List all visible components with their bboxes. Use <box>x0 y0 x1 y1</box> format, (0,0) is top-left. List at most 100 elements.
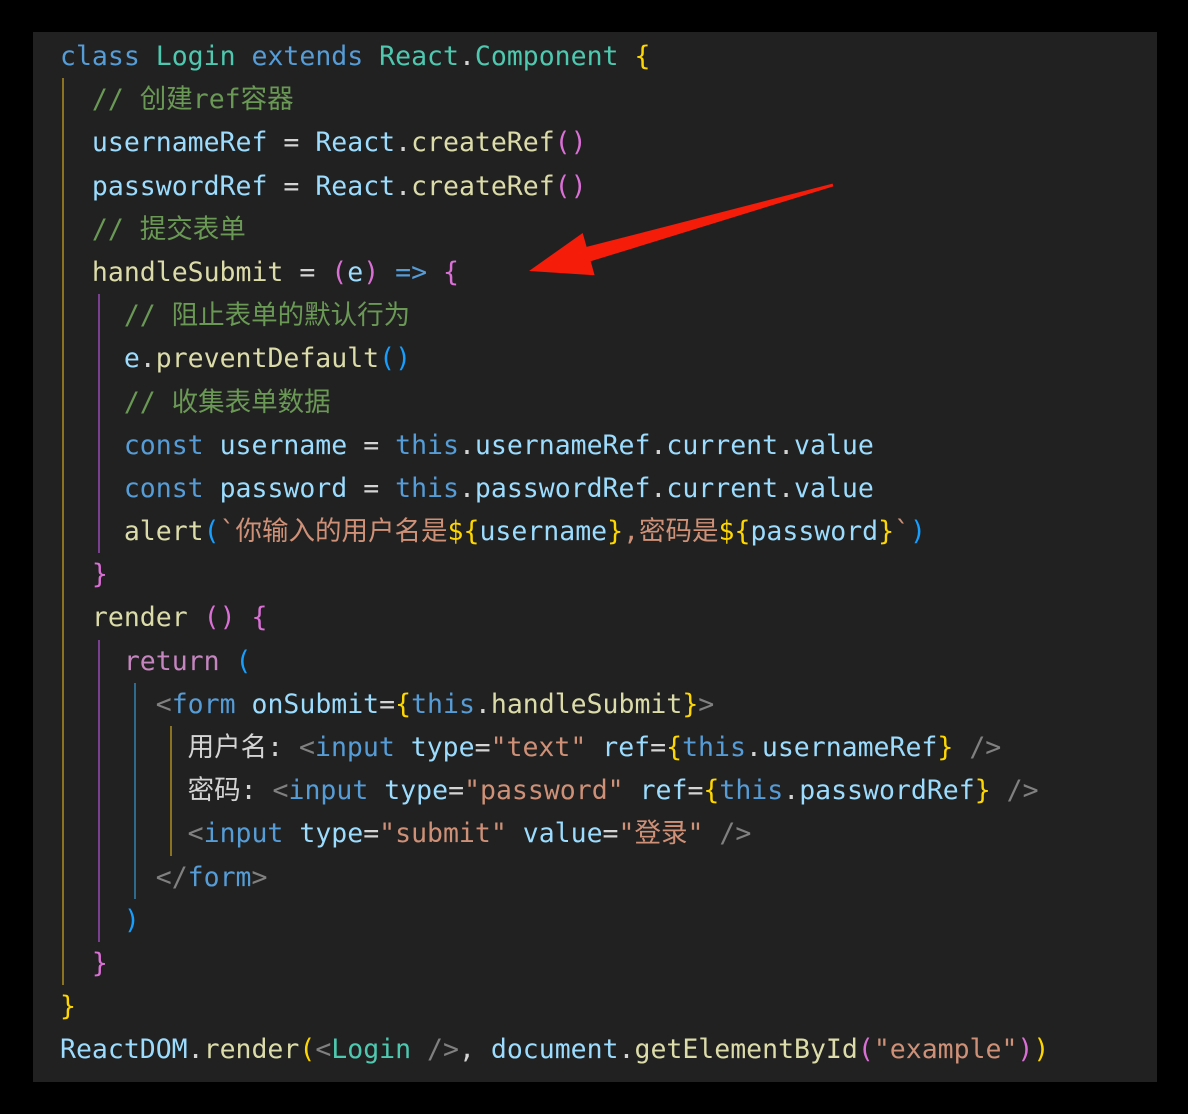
code-token: Component <box>474 41 619 72</box>
code-line[interactable]: ReactDOM.render(<Login />, document.getE… <box>33 1028 1157 1071</box>
indent-guide-g2 <box>98 423 100 467</box>
code-token: this <box>719 775 784 807</box>
code-line[interactable]: usernameRef = React.createRef() <box>33 121 1157 165</box>
code-line[interactable]: class Login extends React.Component { <box>33 35 1157 78</box>
code-token: = <box>602 818 619 850</box>
code-token: handleSubmit <box>91 256 284 288</box>
code-token: password <box>750 516 879 548</box>
indent-guide-g2 <box>98 769 100 813</box>
code-line[interactable]: // 收集表单数据 <box>33 380 1157 424</box>
code-line[interactable]: } <box>33 553 1157 597</box>
indent-guide-g1 <box>62 510 64 554</box>
code-token: input <box>288 775 369 807</box>
code-line[interactable]: 密码: <input type="password" ref={this.pas… <box>33 769 1157 813</box>
indent-guide-g1 <box>62 726 64 770</box>
code-token: return <box>123 645 220 677</box>
code-token: // 提交表单 <box>60 213 246 245</box>
indent-guide-g1 <box>62 639 64 683</box>
indent-guide-g2 <box>98 855 100 899</box>
code-line[interactable]: const password = this.passwordRef.curren… <box>33 466 1157 511</box>
code-line[interactable]: <input type="submit" value="登录" /> <box>33 812 1157 856</box>
code-token: = <box>448 775 465 807</box>
code-token: usernameRef <box>91 127 268 159</box>
code-token: const <box>123 429 204 461</box>
code-token: = <box>363 472 380 504</box>
code-line[interactable]: handleSubmit = (e) => { <box>33 250 1157 295</box>
code-token: password <box>219 472 348 504</box>
code-token: form <box>187 861 252 893</box>
code-line[interactable]: ) <box>33 898 1157 942</box>
indent-guide-g3 <box>134 812 136 856</box>
code-token: . <box>395 170 412 202</box>
code-token: username <box>479 516 608 548</box>
code-line[interactable]: 用户名: <input type="text" ref={this.userna… <box>33 726 1157 770</box>
code-token: current <box>666 429 779 461</box>
code-token: ( <box>331 256 348 288</box>
code-token: this <box>395 472 459 504</box>
code-token: "example" <box>873 1034 1018 1066</box>
code-token: = <box>299 256 316 288</box>
code-token: ) <box>123 904 140 936</box>
code-token: input <box>315 732 395 763</box>
code-line[interactable]: <form onSubmit={this.handleSubmit}> <box>33 682 1157 726</box>
code-editor-surface[interactable]: class Login extends React.Component { //… <box>33 32 1157 1082</box>
code-token: type <box>410 732 475 763</box>
code-line[interactable]: } <box>33 941 1157 986</box>
code-token: ref <box>639 775 688 807</box>
code-token: } <box>682 688 699 720</box>
indent-guide-g1 <box>62 812 64 856</box>
code-line[interactable]: alert(`你输入的用户名是${username},密码是${password… <box>33 510 1157 554</box>
indent-guide-g2 <box>98 337 100 381</box>
code-line[interactable]: const username = this.usernameRef.curren… <box>33 423 1157 467</box>
code-line[interactable]: return ( <box>33 639 1157 683</box>
code-token: 用户名: <box>60 732 300 763</box>
code-line[interactable]: e.preventDefault() <box>33 337 1157 381</box>
indent-guide-g4 <box>170 812 172 856</box>
code-line[interactable]: // 提交表单 <box>33 207 1157 251</box>
code-token: form <box>171 688 236 720</box>
code-line[interactable]: passwordRef = React.createRef() <box>33 164 1157 208</box>
code-token: this <box>682 732 746 763</box>
code-token: = <box>363 818 380 850</box>
code-line[interactable]: render () { <box>33 596 1157 640</box>
code-token: < <box>299 732 316 763</box>
code-token: . <box>187 1034 204 1066</box>
code-token: passwordRef <box>91 170 268 202</box>
code-token: current <box>666 472 779 504</box>
code-token: > <box>698 688 715 720</box>
code-token: . <box>139 343 156 375</box>
code-token: = <box>283 127 300 159</box>
code-line[interactable]: } <box>33 985 1157 1028</box>
code-line[interactable]: // 创建ref容器 <box>33 78 1157 122</box>
code-line[interactable]: </form> <box>33 855 1157 899</box>
code-token: createRef <box>411 170 555 202</box>
indent-guide-g4 <box>170 769 172 813</box>
indent-guide-g3 <box>134 726 136 770</box>
code-token: ) <box>910 516 927 548</box>
code-token: Login <box>331 1034 412 1066</box>
code-token: username <box>219 429 348 461</box>
indent-guide-g1 <box>62 250 64 295</box>
code-line[interactable]: // 阻止表单的默认行为 <box>33 294 1157 338</box>
code-token: => <box>395 256 428 288</box>
code-token: ( <box>857 1034 874 1066</box>
code-token: . <box>650 429 667 461</box>
code-token: { <box>666 732 683 763</box>
code-token: ref <box>602 732 651 763</box>
code-token: /> <box>969 732 1002 763</box>
code-token: { <box>634 41 651 72</box>
code-token: . <box>458 429 475 461</box>
code-token: createRef <box>411 127 555 159</box>
